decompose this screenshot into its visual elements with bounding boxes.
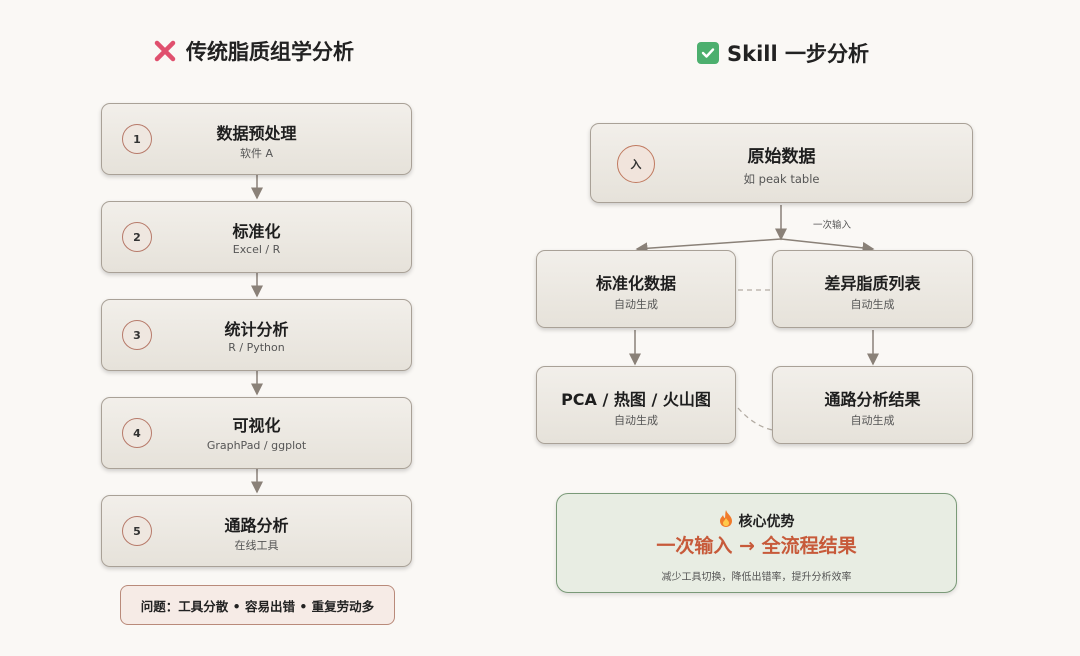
core-advantage-header: 核心优势: [557, 510, 956, 531]
step-box-4: 4 可视化 GraphPad / ggplot: [101, 397, 412, 469]
output-subtitle: 自动生成: [614, 298, 658, 311]
output-box-standardized: 标准化数据 自动生成: [536, 250, 736, 328]
step-box-5: 5 通路分析 在线工具: [101, 495, 412, 567]
step-title: 通路分析: [224, 516, 289, 535]
step-box-3: 3 统计分析 R / Python: [101, 299, 412, 371]
output-title: 通路分析结果: [824, 390, 921, 409]
output-box-plots: PCA / 热图 / 火山图 自动生成: [536, 366, 736, 444]
core-advantage-main: 一次输入 → 全流程结果: [656, 535, 857, 557]
step-title: 数据预处理: [216, 124, 297, 143]
output-subtitle: 自动生成: [850, 298, 895, 311]
raw-data-title: 原始数据: [747, 147, 816, 167]
raw-data-box: 入 原始数据 如 peak table: [590, 123, 973, 203]
raw-data-subtitle: 如 peak table: [743, 172, 820, 186]
cross-icon: [152, 38, 178, 64]
fire-icon: [719, 510, 733, 531]
output-box-differential: 差异脂质列表 自动生成: [772, 250, 973, 328]
output-title: 差异脂质列表: [824, 274, 921, 293]
step-subtitle: Excel / R: [232, 243, 281, 256]
output-subtitle: 自动生成: [614, 414, 658, 427]
arrow-branch-right: [780, 238, 875, 254]
step-box-1: 1 数据预处理 软件 A: [101, 103, 412, 175]
step-subtitle: 在线工具: [234, 539, 279, 552]
output-title: 标准化数据: [595, 274, 676, 293]
problem-note: 问题：工具分散 • 容易出错 • 重复劳动多: [120, 585, 395, 625]
skill-heading: Skill 一步分析: [697, 38, 869, 68]
core-advantage-box: 核心优势 一次输入 → 全流程结果 减少工具切换，降低出错率，提升分析效率: [556, 493, 957, 593]
output-subtitle: 自动生成: [850, 414, 895, 427]
step-title: 统计分析: [224, 320, 289, 339]
core-advantage-title: 核心优势: [738, 513, 795, 530]
core-advantage-desc: 减少工具切换，降低出错率，提升分析效率: [661, 572, 852, 583]
step-subtitle: R / Python: [228, 341, 285, 354]
traditional-heading: 传统脂质组学分析: [152, 36, 354, 66]
step-title: 可视化: [232, 416, 281, 435]
step-box-2: 2 标准化 Excel / R: [101, 201, 412, 273]
step-subtitle: GraphPad / ggplot: [206, 439, 307, 452]
arrow-branch-left: [635, 238, 782, 255]
traditional-heading-text: 传统脂质组学分析: [186, 40, 354, 64]
output-title: PCA / 热图 / 火山图: [561, 390, 711, 409]
step-subtitle: 软件 A: [239, 147, 274, 160]
output-box-pathway: 通路分析结果 自动生成: [772, 366, 973, 444]
skill-heading-text: Skill 一步分析: [727, 42, 869, 66]
step-title: 标准化: [232, 222, 281, 241]
check-icon: [697, 42, 719, 64]
once-input-label: 一次输入: [813, 220, 852, 231]
